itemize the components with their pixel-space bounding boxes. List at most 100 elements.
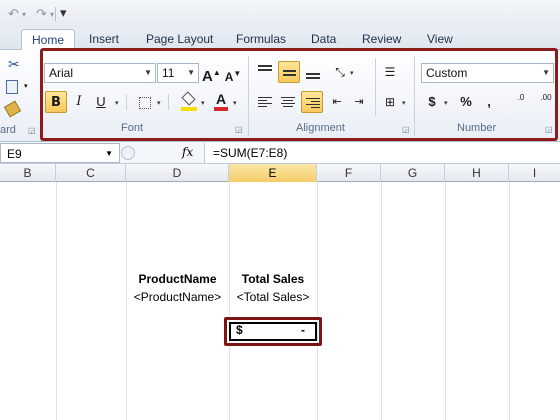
cell-e-sales-value[interactable]: <Total Sales> [229, 290, 317, 304]
currency-button[interactable]: $ [424, 91, 440, 113]
selected-cell-e9[interactable]: $ - [224, 317, 322, 346]
increase-decimal-button[interactable]: .0 [510, 91, 532, 113]
copy-dropdown-icon[interactable]: ▾ [24, 82, 28, 90]
chevron-down-icon[interactable]: ▼ [144, 68, 152, 77]
alignment-launcher-icon[interactable]: ◲ [402, 125, 410, 134]
column-headers: B C D E F G H I [0, 164, 560, 182]
cell-e-sales-header[interactable]: Total Sales [229, 272, 317, 286]
underline-dropdown-icon[interactable]: ▾ [115, 99, 119, 107]
wrap-text-icon[interactable]: ☰ [380, 61, 400, 83]
copy-icon[interactable] [6, 80, 18, 94]
column-header-f[interactable]: F [317, 164, 381, 182]
font-name-value: Arial [49, 66, 74, 80]
align-left-icon[interactable] [255, 91, 275, 113]
font-launcher-icon[interactable]: ◲ [235, 125, 243, 134]
font-name-combo[interactable]: Arial ▼ [44, 63, 156, 83]
chevron-down-icon[interactable]: ▼ [187, 68, 195, 77]
alignment-separator [375, 58, 376, 116]
increase-indent-icon[interactable]: ⇥ [350, 91, 368, 113]
shrink-font-button[interactable]: A▼ [224, 63, 242, 85]
font-separator [168, 94, 169, 110]
font-size-combo[interactable]: 11 ▼ [157, 63, 199, 83]
chevron-down-icon[interactable]: ▼ [542, 68, 550, 77]
tab-formulas[interactable]: Formulas [236, 32, 286, 46]
align-center-icon[interactable] [278, 91, 298, 113]
decrease-indent-icon[interactable]: ⇤ [328, 91, 346, 113]
font-color-dropdown-icon[interactable]: ▾ [233, 99, 237, 107]
orientation-icon[interactable]: ⤡ [330, 61, 350, 83]
tab-insert[interactable]: Insert [89, 32, 119, 46]
number-launcher-icon[interactable]: ◲ [545, 125, 553, 134]
column-header-i[interactable]: I [509, 164, 560, 182]
comma-button[interactable]: , [482, 91, 496, 113]
number-group-label: Number [457, 122, 497, 134]
column-header-c[interactable]: C [56, 164, 126, 182]
bold-button[interactable]: B [45, 91, 67, 113]
cell-e9-value: - [301, 323, 305, 337]
align-bottom-icon[interactable] [303, 61, 323, 83]
redo-dropdown-icon[interactable]: ▾ [50, 10, 54, 19]
borders-dropdown-icon[interactable]: ▾ [157, 99, 161, 107]
tab-page-layout[interactable]: Page Layout [146, 32, 213, 46]
underline-button[interactable]: U [92, 91, 110, 113]
column-header-d[interactable]: D [126, 164, 229, 182]
tab-view[interactable]: View [427, 32, 453, 46]
group-separator [40, 56, 41, 136]
cell-d-product-header[interactable]: ProductName [126, 272, 229, 286]
name-box[interactable]: E9 ▼ [0, 143, 120, 163]
number-format-combo[interactable]: Custom ▼ [421, 63, 554, 83]
cut-icon[interactable]: ✂ [8, 56, 20, 73]
customize-qat-icon[interactable]: ▾ [60, 5, 67, 21]
tab-data[interactable]: Data [311, 32, 336, 46]
group-separator [248, 56, 249, 136]
font-color-icon[interactable]: A [212, 88, 230, 111]
formula-input[interactable]: =SUM(E7:E8) [204, 143, 560, 163]
clipboard-launcher-icon[interactable]: ◲ [28, 126, 36, 135]
merge-dropdown-icon[interactable]: ▾ [402, 99, 406, 107]
formula-bar: E9 ▼ fx =SUM(E7:E8) [0, 142, 560, 164]
column-header-g[interactable]: G [381, 164, 445, 182]
currency-dropdown-icon[interactable]: ▾ [444, 99, 448, 107]
italic-button[interactable]: I [70, 91, 88, 113]
column-header-b[interactable]: B [0, 164, 56, 182]
align-top-icon[interactable] [255, 61, 275, 83]
formula-bar-handle[interactable] [121, 146, 135, 160]
font-size-value: 11 [162, 66, 175, 80]
gridline [56, 182, 57, 420]
tab-review[interactable]: Review [362, 32, 401, 46]
undo-dropdown-icon[interactable]: ▾ [22, 10, 26, 19]
fill-color-dropdown-icon[interactable]: ▾ [201, 99, 205, 107]
orientation-dropdown-icon[interactable]: ▾ [350, 69, 354, 77]
insert-function-button[interactable]: fx [182, 145, 193, 159]
column-header-h[interactable]: H [445, 164, 509, 182]
font-separator [126, 94, 127, 110]
format-painter-icon[interactable] [3, 100, 22, 118]
undo-icon[interactable]: ↶ [8, 6, 19, 22]
grow-font-label: A [202, 68, 213, 85]
align-right-icon[interactable] [301, 91, 323, 113]
borders-icon[interactable] [136, 91, 154, 113]
grow-font-button[interactable]: A▲ [202, 62, 221, 85]
align-middle-icon[interactable] [278, 61, 300, 83]
clipboard-group: ✂ ▾ ard ◲ [0, 50, 38, 142]
decrease-decimal-button[interactable]: .00 [535, 91, 557, 113]
column-header-e[interactable]: E [229, 164, 317, 182]
gridline [445, 182, 446, 420]
redo-icon[interactable]: ↷ [36, 6, 47, 22]
decrease-decimal-label: .00 [540, 93, 552, 102]
fill-color-icon[interactable] [180, 88, 198, 111]
alignment-group-label: Alignment [296, 122, 345, 134]
tab-home[interactable]: Home [21, 29, 76, 51]
clipboard-group-label: ard [0, 124, 16, 136]
cell-e9-currency: $ [236, 323, 243, 337]
gridline [317, 182, 318, 420]
name-box-value: E9 [7, 147, 22, 161]
chevron-down-icon[interactable]: ▼ [105, 149, 113, 158]
gridline [509, 182, 510, 420]
ribbon-tabs: Home Insert Page Layout Formulas Data Re… [0, 28, 560, 51]
merge-center-icon[interactable]: ⊞ [380, 91, 400, 113]
increase-decimal-label: .0 [517, 93, 525, 102]
percent-button[interactable]: % [457, 91, 475, 113]
cell-d-product-value[interactable]: <ProductName> [126, 290, 229, 304]
quick-access-toolbar: ↶ ▾ ↷ ▾ ▾ [0, 0, 560, 28]
